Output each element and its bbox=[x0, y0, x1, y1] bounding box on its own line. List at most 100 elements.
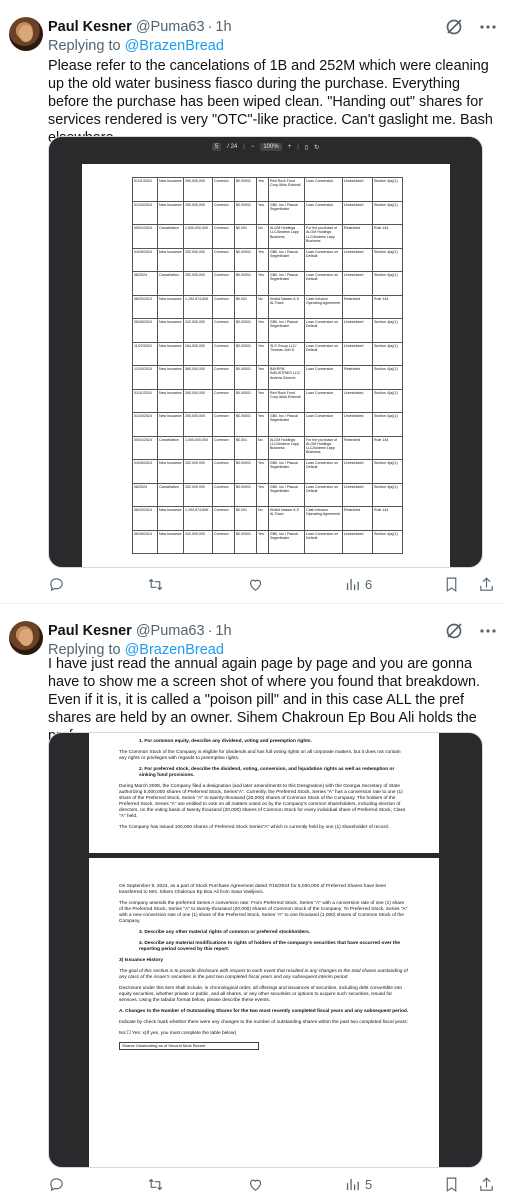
page-number[interactable]: 5 bbox=[211, 143, 222, 151]
issuance-table: 01/11/2024 New Issuance 260,000,000 Common $… bbox=[132, 177, 403, 554]
table-cell: Section 4(a)(1) bbox=[372, 459, 403, 484]
views-button[interactable]: 6 bbox=[344, 574, 372, 594]
table-cell: GBII, Inc./ Pascal Segenthaler bbox=[268, 482, 305, 507]
fit-page-icon[interactable]: ▯ bbox=[305, 144, 308, 151]
doc-paragraph: Disclosure under this item shall include… bbox=[119, 986, 403, 1003]
table-cell: Section 4(a)(1) bbox=[372, 177, 403, 202]
zoom-in-icon[interactable]: + bbox=[288, 144, 292, 150]
zoom-out-icon[interactable]: − bbox=[251, 144, 255, 150]
tweet-media[interactable]: 5 / 24 | − 100% + | ▯ ↻ 01/11/2024 New Is… bbox=[48, 136, 483, 568]
tweet-media[interactable]: 1. For common equity, describe any divid… bbox=[48, 732, 483, 1168]
table-cell: 12/10/2024 bbox=[132, 365, 158, 390]
table-cell: Yes bbox=[256, 318, 269, 343]
timestamp[interactable]: 1h bbox=[215, 623, 231, 639]
table-cell: Common bbox=[212, 224, 235, 249]
table-cell: Cancellation bbox=[157, 482, 184, 507]
retweet-button[interactable] bbox=[147, 574, 164, 594]
bookmark-button[interactable] bbox=[443, 1174, 460, 1194]
table-cell: Yes bbox=[256, 482, 269, 507]
table-cell: Loan Conversion bbox=[304, 412, 343, 437]
retweet-button[interactable] bbox=[147, 1174, 164, 1194]
share-button[interactable] bbox=[478, 1174, 495, 1194]
table-cell: Rule 144 bbox=[372, 435, 403, 460]
reply-icon bbox=[50, 577, 63, 591]
table-cell: Unrestricted bbox=[342, 459, 373, 484]
table-cell: GBII, Inc./ Pascal Segenthaler bbox=[268, 271, 305, 296]
table-cell: $0.00001 bbox=[234, 247, 257, 272]
table-cell: Unrestricted bbox=[342, 482, 373, 507]
grok-icon[interactable] bbox=[444, 17, 464, 37]
table-cell: Yes bbox=[256, 200, 269, 225]
table-cell: $0.00001 bbox=[234, 318, 257, 343]
table-cell: No bbox=[256, 506, 269, 531]
table-cell: 242,000,000 bbox=[183, 318, 213, 343]
avatar[interactable] bbox=[9, 17, 43, 51]
replying-to: Replying to @BrazenBread bbox=[48, 38, 224, 54]
table-cell: Restricted bbox=[342, 435, 373, 460]
action-bar: 6 bbox=[48, 574, 496, 594]
table-cell: Red Rock Fund Corp./Aldo Rotondi bbox=[268, 177, 305, 202]
tweet[interactable]: Paul Kesner @Puma63 · 1h Replying to @Br… bbox=[0, 604, 506, 1200]
table-cell: Unrestricted bbox=[342, 247, 373, 272]
zoom-level[interactable]: 100% bbox=[260, 143, 282, 151]
bookmark-button[interactable] bbox=[443, 574, 460, 594]
table-cell: 1,194,574,606 bbox=[183, 294, 213, 319]
table-cell: 05/01/2024 bbox=[132, 435, 158, 460]
table-cell: $0.00001 bbox=[234, 271, 257, 296]
table-cell: 04/26/2024 bbox=[132, 247, 158, 272]
table-cell: Section 4(a)(1) bbox=[372, 247, 403, 272]
table-cell: 1,000,000,000 bbox=[183, 435, 213, 460]
table-cell: 252,000,000 bbox=[183, 247, 213, 272]
rotate-icon[interactable]: ↻ bbox=[314, 144, 319, 151]
reply-button[interactable] bbox=[48, 1174, 65, 1194]
tweet[interactable]: Paul Kesner @Puma63 · 1h Replying to @Br… bbox=[0, 0, 506, 604]
table-cell: New Issuance bbox=[157, 200, 184, 225]
table-cell: Loan Conversion on Default bbox=[304, 459, 343, 484]
doc-paragraph: Indicate by check mark whether there wer… bbox=[119, 1020, 409, 1025]
share-icon bbox=[480, 1176, 493, 1191]
table-row: 04/26/2024 New Issuance 252,000,000 Common $… bbox=[132, 247, 403, 272]
table-cell: SLS Group LLC/ Thomas Joel D bbox=[268, 341, 305, 366]
author-handle[interactable]: @Puma63 bbox=[136, 19, 205, 35]
table-cell: 1,000,000,000 bbox=[183, 224, 213, 249]
table-cell: Common bbox=[212, 177, 235, 202]
table-cell: New Issuance bbox=[157, 247, 184, 272]
author-handle[interactable]: @Puma63 bbox=[136, 623, 205, 639]
separator-dot: · bbox=[207, 623, 213, 639]
grok-icon[interactable] bbox=[444, 621, 464, 641]
table-cell: 252,000,000 bbox=[183, 459, 213, 484]
table-cell: 08/20/2024 bbox=[132, 506, 158, 531]
table-cell: $0.00001 bbox=[234, 341, 257, 366]
more-icon[interactable] bbox=[478, 17, 498, 37]
doc-heading: A. Changes to the Number of Outstanding … bbox=[119, 1009, 409, 1014]
share-button[interactable] bbox=[478, 574, 495, 594]
table-cell: Section 4(a)(1) bbox=[372, 365, 403, 390]
pdf-page: 01/11/2024 New Issuance 260,000,000 Common $… bbox=[82, 164, 450, 567]
tweet-header: Paul Kesner @Puma63 · 1h bbox=[48, 621, 232, 641]
author-name[interactable]: Paul Kesner bbox=[48, 19, 132, 35]
timestamp[interactable]: 1h bbox=[215, 19, 231, 35]
table-cell: Yes bbox=[256, 388, 269, 413]
like-button[interactable] bbox=[247, 1174, 264, 1194]
heart-icon bbox=[249, 1179, 262, 1191]
table-row: 04/26/2024 New Issuance 252,000,000 Common $… bbox=[132, 459, 403, 484]
more-icon[interactable] bbox=[478, 621, 498, 641]
table-cell: 05/01/2024 bbox=[132, 224, 158, 249]
table-cell: $0.001 bbox=[234, 224, 257, 249]
doc-paragraph: The company amends the preferred Series … bbox=[119, 901, 408, 924]
table-cell: Loan Conversion on Default bbox=[304, 341, 343, 366]
table-cell: Rule 144 bbox=[372, 506, 403, 531]
like-button[interactable] bbox=[247, 574, 264, 594]
reply-button[interactable] bbox=[48, 574, 65, 594]
share-icon bbox=[480, 576, 493, 591]
table-cell: Section 4(a)(1) bbox=[372, 341, 403, 366]
replying-to-link[interactable]: @BrazenBread bbox=[125, 38, 224, 54]
table-cell: Loan Conversion bbox=[304, 177, 343, 202]
table-cell: Loan Conversion on Default bbox=[304, 247, 343, 272]
doc-heading: 3. Describe any other material rights of… bbox=[139, 930, 311, 935]
table-cell: Restricted bbox=[342, 506, 373, 531]
author-name[interactable]: Paul Kesner bbox=[48, 623, 132, 639]
table-cell: 252,000,000 bbox=[183, 482, 213, 507]
avatar[interactable] bbox=[9, 621, 43, 655]
views-button[interactable]: 5 bbox=[344, 1174, 372, 1194]
